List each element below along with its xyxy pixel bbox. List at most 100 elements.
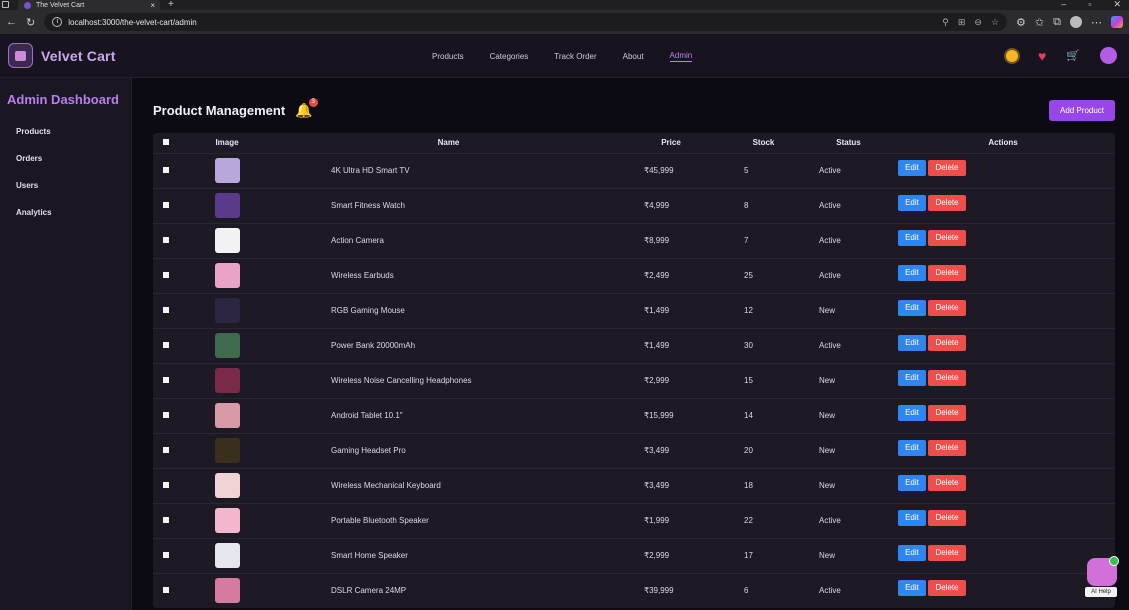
edit-button[interactable]: Edit (898, 160, 926, 176)
edit-button[interactable]: Edit (898, 370, 926, 386)
row-checkbox[interactable] (162, 587, 169, 594)
minimize-icon[interactable]: – (1061, 0, 1066, 9)
row-checkbox[interactable] (162, 342, 169, 348)
header-actions: ♥ 🛒 (1005, 47, 1117, 64)
app-install-icon[interactable]: ⊞ (958, 17, 966, 28)
nav-about[interactable]: About (623, 52, 644, 61)
product-status: New (806, 362, 891, 398)
table-row: Wireless Earbuds ₹2,499 25 Active Edit Delete (153, 257, 1115, 293)
wishlist-heart-icon[interactable]: ♥ (1038, 49, 1046, 63)
delete-button[interactable]: Delete (928, 440, 966, 456)
nav-products[interactable]: Products (432, 52, 464, 61)
ai-help-widget[interactable]: AI Help (1085, 556, 1119, 597)
table-row: Smart Fitness Watch ₹4,999 8 Active Edit Dele… (153, 187, 1115, 223)
row-checkbox[interactable] (162, 307, 169, 313)
delete-button[interactable]: Delete (928, 230, 966, 246)
product-price: ₹8,999 (621, 222, 721, 258)
more-menu-icon[interactable]: ⋯ (1091, 16, 1102, 29)
workspaces-icon[interactable] (2, 1, 9, 8)
product-name: Wireless Mechanical Keyboard (276, 467, 621, 503)
extensions-icon[interactable]: ⚙ (1016, 16, 1026, 29)
nav-admin[interactable]: Admin (669, 51, 693, 62)
delete-button[interactable]: Delete (928, 160, 966, 176)
delete-button[interactable]: Delete (928, 405, 966, 421)
cart-icon[interactable]: 🛒 (1066, 49, 1080, 62)
favorites-icon[interactable]: ✩ (1035, 16, 1044, 29)
profile-avatar[interactable] (1070, 16, 1082, 28)
url-text[interactable]: localhost:3000/the-velvet-cart/admin (68, 18, 197, 27)
delete-button[interactable]: Delete (928, 265, 966, 281)
user-avatar[interactable] (1100, 47, 1117, 64)
sidebar-item-users[interactable]: Users (16, 181, 131, 190)
table-row: Wireless Noise Cancelling Headphones ₹2,9… (153, 362, 1115, 398)
edit-button[interactable]: Edit (898, 265, 926, 281)
cart-logo-icon (8, 43, 33, 68)
edit-button[interactable]: Edit (898, 440, 926, 456)
edit-button[interactable]: Edit (898, 545, 926, 561)
close-window-icon[interactable]: ✕ (1113, 0, 1121, 9)
edit-button[interactable]: Edit (898, 195, 926, 211)
collections-icon[interactable]: ⧉ (1053, 16, 1061, 29)
product-stock: 15 (721, 362, 806, 398)
add-product-button[interactable]: Add Product (1049, 100, 1115, 121)
product-stock: 6 (721, 572, 806, 608)
product-stock: 8 (721, 187, 806, 223)
product-thumbnail (214, 368, 240, 393)
select-all-checkbox[interactable] (162, 139, 169, 146)
row-checkbox[interactable] (162, 447, 169, 453)
key-icon[interactable]: ⚲ (942, 17, 949, 28)
zoom-icon[interactable]: ⊖ (974, 17, 982, 28)
favorite-star-icon[interactable]: ☆ (991, 17, 999, 28)
row-checkbox[interactable] (162, 167, 169, 173)
delete-button[interactable]: Delete (928, 545, 966, 561)
row-checkbox[interactable] (162, 412, 169, 418)
new-tab-icon[interactable]: + (168, 0, 174, 10)
table-row: Wireless Mechanical Keyboard ₹3,499 18 New E… (153, 467, 1115, 503)
edit-button[interactable]: Edit (898, 405, 926, 421)
row-checkbox[interactable] (162, 552, 169, 558)
sidebar-item-products[interactable]: Products (16, 127, 131, 136)
delete-button[interactable]: Delete (928, 510, 966, 526)
product-thumbnail (214, 333, 240, 358)
delete-button[interactable]: Delete (928, 195, 966, 211)
back-icon[interactable]: ← (6, 16, 17, 28)
row-checkbox[interactable] (162, 237, 169, 243)
address-bar[interactable]: i localhost:3000/the-velvet-cart/admin ⚲… (44, 13, 1008, 31)
delete-button[interactable]: Delete (928, 580, 966, 597)
product-status: Active (806, 187, 891, 223)
brand-logo[interactable]: Velvet Cart (8, 43, 116, 68)
site-info-icon[interactable]: i (52, 17, 63, 27)
edit-button[interactable]: Edit (898, 475, 926, 491)
delete-button[interactable]: Delete (928, 300, 966, 316)
sidebar-item-analytics[interactable]: Analytics (16, 208, 131, 217)
browser-tab[interactable]: The Velvet Cart × (18, 0, 160, 10)
edit-button[interactable]: Edit (898, 230, 926, 246)
row-checkbox[interactable] (162, 517, 169, 523)
table-row: Action Camera ₹8,999 7 Active Edit Delete (153, 222, 1115, 258)
delete-button[interactable]: Delete (928, 475, 966, 491)
row-checkbox[interactable] (162, 377, 169, 383)
delete-button[interactable]: Delete (928, 335, 966, 351)
theme-toggle-sun-icon[interactable] (1005, 49, 1018, 62)
close-tab-icon[interactable]: × (150, 1, 155, 10)
nav-categories[interactable]: Categories (490, 52, 529, 61)
edit-button[interactable]: Edit (898, 580, 926, 597)
product-price: ₹1,499 (621, 327, 721, 363)
reload-icon[interactable]: ↻ (26, 16, 35, 29)
notifications-bell-icon[interactable]: 🔔 3 (295, 98, 318, 119)
online-status-icon (1109, 556, 1119, 566)
row-checkbox[interactable] (162, 202, 169, 208)
sidebar-item-orders[interactable]: Orders (16, 154, 131, 163)
row-checkbox[interactable] (162, 272, 169, 278)
copilot-icon[interactable] (1111, 16, 1123, 28)
sidebar-title: Admin Dashboard (7, 92, 119, 107)
edit-button[interactable]: Edit (898, 300, 926, 316)
maximize-icon[interactable]: ▫ (1088, 0, 1091, 9)
edit-button[interactable]: Edit (898, 335, 926, 351)
nav-track-order[interactable]: Track Order (554, 52, 596, 61)
table-row: Smart Home Speaker ₹2,999 17 New Edit Delete (153, 537, 1115, 573)
edit-button[interactable]: Edit (898, 510, 926, 526)
main-content: Product Management 🔔 3 Add Product Image… (132, 78, 1129, 610)
delete-button[interactable]: Delete (928, 370, 966, 386)
row-checkbox[interactable] (162, 482, 169, 488)
